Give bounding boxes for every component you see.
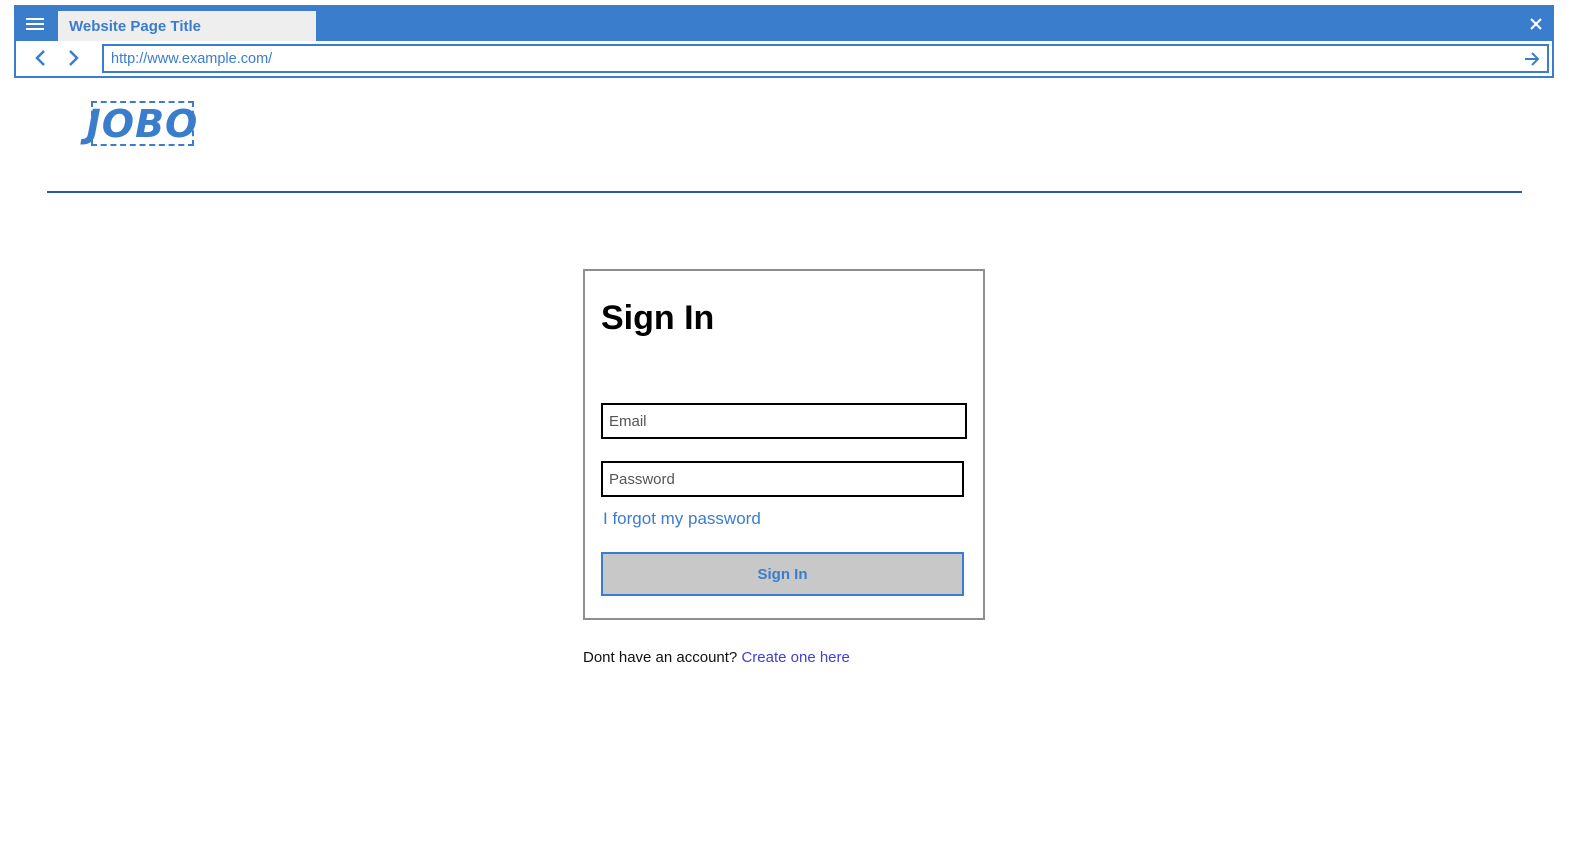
signin-title: Sign In bbox=[601, 299, 715, 337]
signup-prompt-text: Dont have an account? bbox=[583, 649, 738, 666]
hamburger-menu-icon[interactable] bbox=[20, 11, 50, 37]
site-logo[interactable]: JOBO bbox=[87, 101, 197, 146]
navigation-bar: http://www.example.com/ bbox=[16, 41, 1552, 76]
password-field[interactable] bbox=[601, 461, 964, 497]
browser-window: Website Page Title http://www.example.co… bbox=[14, 5, 1554, 78]
signin-button[interactable]: Sign In bbox=[601, 552, 964, 596]
chevron-left-icon[interactable] bbox=[28, 46, 52, 70]
chevron-right-icon[interactable] bbox=[62, 46, 86, 70]
forgot-password-link[interactable]: I forgot my password bbox=[603, 509, 761, 529]
address-bar[interactable]: http://www.example.com/ bbox=[102, 44, 1549, 73]
tab-active[interactable]: Website Page Title bbox=[58, 11, 316, 41]
header-divider bbox=[47, 191, 1522, 193]
email-field[interactable] bbox=[601, 403, 967, 439]
signup-prompt-line: Dont have an account? Create one here bbox=[583, 649, 850, 666]
create-account-link[interactable]: Create one here bbox=[741, 649, 849, 666]
close-icon[interactable] bbox=[1526, 13, 1546, 35]
url-text: http://www.example.com/ bbox=[111, 51, 273, 67]
tab-title: Website Page Title bbox=[69, 17, 201, 35]
arrow-right-icon[interactable] bbox=[1521, 48, 1543, 70]
signin-card: Sign In I forgot my password Sign In bbox=[583, 269, 985, 620]
tab-strip: Website Page Title bbox=[16, 7, 1552, 41]
